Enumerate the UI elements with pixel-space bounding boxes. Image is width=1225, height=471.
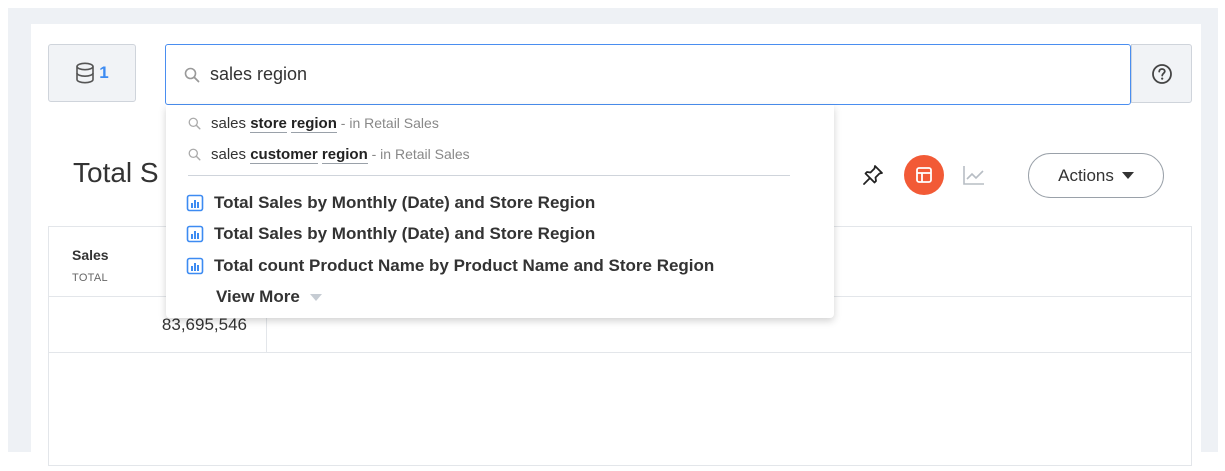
help-button[interactable] <box>1131 44 1192 103</box>
database-icon <box>76 62 95 84</box>
actions-button[interactable]: Actions <box>1028 153 1164 198</box>
table-view-button[interactable] <box>904 155 944 195</box>
actions-label: Actions <box>1058 165 1114 185</box>
answer-chart-icon <box>186 225 204 243</box>
query-suggestion[interactable]: sales customer region - in Retail Sales <box>188 146 470 164</box>
help-circle-icon <box>1151 63 1172 84</box>
answer-chart-icon <box>186 257 204 275</box>
table-cell: 83,695,546 <box>161 315 247 334</box>
search-icon <box>188 148 201 161</box>
answer-suggestion-label: Total count Product Name by Product Name… <box>214 256 715 275</box>
caret-down-icon <box>1121 172 1134 179</box>
table-view-icon <box>916 167 932 183</box>
answer-suggestion[interactable]: Total Sales by Monthly (Date) and Store … <box>186 224 595 244</box>
search-suggestions-dropdown: sales store region - in Retail Sales sal… <box>166 105 834 318</box>
column-aggregation-label: TOTAL <box>72 272 108 284</box>
dropdown-divider <box>188 175 790 176</box>
line-chart-icon[interactable] <box>962 164 986 191</box>
search-input[interactable] <box>210 64 1110 85</box>
query-suggestion-text: sales customer region - in Retail Sales <box>211 146 470 164</box>
view-more-button[interactable]: View More <box>216 287 322 307</box>
column-header-sales[interactable]: Sales <box>72 247 109 263</box>
pin-icon[interactable] <box>862 164 884 191</box>
search-bar[interactable] <box>165 44 1131 105</box>
page-title: Total S <box>73 157 159 188</box>
data-source-button[interactable]: 1 <box>48 44 136 102</box>
answer-suggestion-label: Total Sales by Monthly (Date) and Store … <box>214 224 596 243</box>
answer-suggestion[interactable]: Total count Product Name by Product Name… <box>186 256 714 276</box>
query-suggestion[interactable]: sales store region - in Retail Sales <box>188 115 439 133</box>
search-icon <box>184 67 200 82</box>
answer-chart-icon <box>186 194 204 212</box>
view-more-label: View More <box>216 287 300 306</box>
search-icon <box>188 117 201 130</box>
query-suggestion-text: sales store region - in Retail Sales <box>211 115 439 133</box>
data-source-count: 1 <box>99 63 109 82</box>
answer-suggestion-label: Total Sales by Monthly (Date) and Store … <box>214 193 596 212</box>
chevron-down-icon <box>309 293 322 301</box>
answer-suggestion[interactable]: Total Sales by Monthly (Date) and Store … <box>186 193 595 213</box>
